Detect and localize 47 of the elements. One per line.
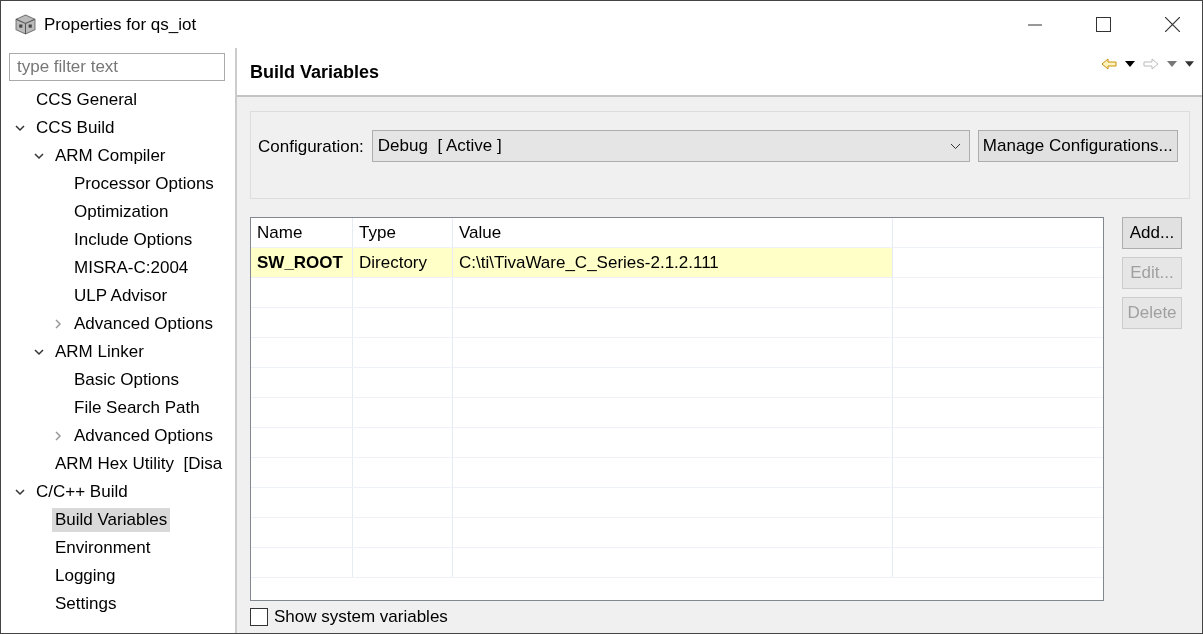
chevron-down-icon[interactable] <box>34 347 44 357</box>
tree-item[interactable]: ARM Compiler <box>52 144 169 168</box>
table-action-button[interactable]: Add... <box>1122 217 1182 249</box>
tree-item[interactable]: File Search Path <box>71 396 203 420</box>
tree-item[interactable]: Basic Options <box>71 368 182 392</box>
chevron-down-icon[interactable] <box>15 487 25 497</box>
chevron-down-icon[interactable] <box>34 151 44 161</box>
tree-item[interactable]: Include Options <box>71 228 196 252</box>
tree-item[interactable]: ARM Hex Utility [Disa <box>52 452 226 476</box>
checkbox-label[interactable]: Show system variables <box>274 607 448 627</box>
chevron-down-icon <box>949 142 961 150</box>
chevron-right-icon[interactable] <box>53 431 63 441</box>
tree-item[interactable]: Advanced Options <box>71 424 216 448</box>
tree-item[interactable]: CCS General <box>33 88 141 112</box>
table-cell: SW_ROOT <box>251 248 353 277</box>
table-cell: Directory <box>353 248 453 277</box>
menu-dropdown-icon[interactable] <box>1185 61 1194 67</box>
tree-item[interactable]: CCS Build <box>33 116 118 140</box>
window-title: Properties for qs_iot <box>44 14 197 35</box>
tree-item[interactable]: Advanced Options <box>71 312 216 336</box>
cube-icon <box>15 14 36 35</box>
table-cell: C:\ti\TivaWare_C_Series-2.1.2.111 <box>453 248 893 277</box>
tree-item[interactable]: MISRA-C:2004 <box>71 256 192 280</box>
manage-configurations-button[interactable]: Manage Configurations... <box>977 130 1178 162</box>
tree-item[interactable]: Environment <box>52 536 154 560</box>
page-title: Build Variables <box>250 62 380 83</box>
filter-field[interactable]: type filter text <box>9 53 225 81</box>
column-header[interactable]: Type <box>353 218 453 247</box>
tree-item[interactable]: C/C++ Build <box>33 480 131 504</box>
tree-item[interactable]: ARM Linker <box>52 340 147 364</box>
tree-item[interactable]: Optimization <box>71 200 172 224</box>
tree-item[interactable]: Logging <box>52 564 119 588</box>
chevron-right-icon[interactable] <box>53 319 63 329</box>
chevron-down-icon[interactable] <box>15 123 25 133</box>
configuration-label: Configuration: <box>258 137 364 157</box>
column-header[interactable]: Name <box>251 218 353 247</box>
minimize-icon[interactable] <box>1028 23 1042 26</box>
tree-item[interactable]: Processor Options <box>71 172 217 196</box>
maximize-icon[interactable] <box>1096 17 1111 32</box>
configuration-dropdown[interactable]: Debug [ Active ] <box>371 130 970 162</box>
tree-item[interactable]: ULP Advisor <box>71 284 171 308</box>
close-icon[interactable] <box>1165 17 1180 32</box>
checkbox[interactable] <box>250 608 268 626</box>
tree-item[interactable]: Settings <box>52 592 120 616</box>
tree-item[interactable]: Build Variables <box>52 508 171 532</box>
dropdown-icon[interactable] <box>1125 61 1135 67</box>
column-header[interactable]: Value <box>453 218 893 247</box>
